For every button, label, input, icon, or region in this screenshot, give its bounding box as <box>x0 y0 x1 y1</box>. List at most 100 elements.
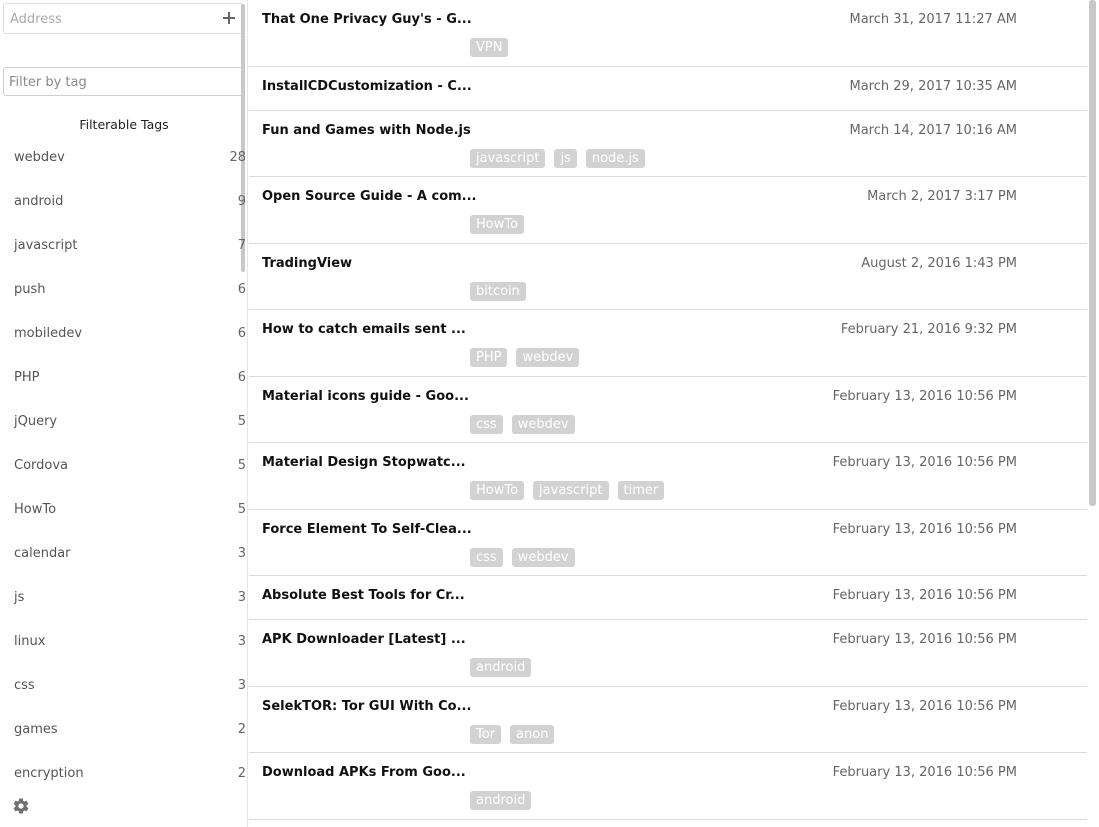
tag-chip[interactable]: javascript <box>533 481 609 500</box>
tag-name: PHP <box>14 370 40 385</box>
filter-by-tag-input[interactable] <box>9 73 229 91</box>
tag-name: linux <box>14 634 46 649</box>
tag-count: 6 <box>237 326 246 341</box>
tag-chip[interactable]: HowTo <box>470 215 525 234</box>
bookmark-title[interactable]: Open Source Guide - A com... <box>262 189 477 204</box>
plus-icon[interactable] <box>219 7 239 29</box>
tag-chip[interactable]: node.js <box>585 148 645 168</box>
bookmark-title[interactable]: TradingView <box>262 256 452 271</box>
tag-count: 28 <box>229 150 246 165</box>
bookmark-title[interactable]: SelekTOR: Tor GUI With Co... <box>262 699 471 714</box>
bookmark-title[interactable]: Material icons guide - Goo... <box>262 389 469 404</box>
tag-filter-encryption[interactable]: encryption 2 <box>0 763 248 807</box>
bookmark-title[interactable]: How to catch emails sent ... <box>262 322 466 337</box>
bookmark-date: February 13, 2016 10:56 PM <box>832 521 1017 537</box>
tag-chip[interactable]: webdev <box>516 348 580 367</box>
tag-count: 2 <box>237 722 246 737</box>
bookmark-date: August 2, 2016 1:43 PM <box>861 255 1017 271</box>
tag-chip[interactable]: bitcoin <box>470 281 526 301</box>
bookmark-title[interactable]: Absolute Best Tools for Cr... <box>262 588 465 603</box>
tag-chip[interactable]: js <box>554 148 577 168</box>
tag-filter-php[interactable]: PHP 6 <box>0 367 248 411</box>
tag-name: encryption <box>14 766 84 781</box>
bookmark-row[interactable]: Force Element To Self-Clea... February 13… <box>249 510 1087 576</box>
bookmark-date: March 31, 2017 11:27 AM <box>849 12 1018 27</box>
bookmark-tags: PHP webdev <box>470 348 580 367</box>
tag-count: 3 <box>237 678 246 693</box>
bookmark-date: February 13, 2016 10:56 PM <box>832 588 1017 603</box>
tag-filter-linux[interactable]: linux 3 <box>0 631 248 675</box>
bookmark-title[interactable]: That One Privacy Guy's - G... <box>262 12 472 27</box>
tag-filter-mobiledev[interactable]: mobiledev 6 <box>0 323 248 367</box>
tag-filter-jquery[interactable]: jQuery 5 <box>0 411 248 455</box>
tag-chip[interactable]: HowTo <box>470 481 525 500</box>
tag-name: js <box>14 590 25 605</box>
tag-filter-games[interactable]: games 2 <box>0 719 248 763</box>
bookmark-row[interactable]: Material Design Stopwatc... February 13, … <box>249 443 1087 510</box>
tag-count: 3 <box>237 590 246 605</box>
gear-icon[interactable] <box>12 797 30 815</box>
bookmark-date: February 13, 2016 10:56 PM <box>832 632 1017 647</box>
bookmark-row[interactable]: Absolute Best Tools for Cr... February 13… <box>249 576 1087 620</box>
bookmark-row[interactable]: InstallCDCustomization - C... March 29, 2… <box>249 67 1087 111</box>
bookmark-tags: android <box>470 658 532 677</box>
tag-filter-howto[interactable]: HowTo 5 <box>0 499 248 543</box>
tag-chip[interactable]: webdev <box>511 414 575 434</box>
tag-count: 5 <box>237 458 246 473</box>
bookmark-date: February 21, 2016 9:32 PM <box>840 322 1017 337</box>
tag-name: android <box>14 194 64 209</box>
bookmark-row[interactable]: Fun and Games with Node.js March 14, 2017… <box>249 111 1087 177</box>
tags-title: Filterable Tags <box>79 117 169 132</box>
tag-chip[interactable]: android <box>470 791 532 810</box>
tag-chip[interactable]: css <box>470 414 503 434</box>
bookmark-title[interactable]: Material Design Stopwatc... <box>262 455 466 470</box>
tag-list: webdev 28 android 9 javascript 7 push 6 mobilede… <box>0 147 248 807</box>
bookmark-title[interactable]: Download APKs From Goo... <box>262 765 466 780</box>
tag-filter-android[interactable]: android 9 <box>0 191 248 235</box>
tag-name: push <box>14 282 46 297</box>
bookmark-title[interactable]: Fun and Games with Node.js <box>262 123 471 138</box>
tag-filter-js[interactable]: js 3 <box>0 587 248 631</box>
bookmark-row[interactable]: APK Downloader [Latest] ... February 13, … <box>249 620 1087 687</box>
bookmark-title[interactable]: Force Element To Self-Clea... <box>262 522 472 537</box>
bookmark-tags: Tor anon <box>470 724 555 744</box>
bookmark-row[interactable]: SelekTOR: Tor GUI With Co... February 13,… <box>249 687 1087 753</box>
bookmark-row[interactable]: Open Source Guide - A com... March 2, 201… <box>249 177 1087 244</box>
tag-chip[interactable]: javascript <box>470 148 546 168</box>
bookmark-list: That One Privacy Guy's - G... March 31, 2… <box>249 0 1099 827</box>
bookmark-title[interactable]: APK Downloader [Latest] ... <box>262 632 466 647</box>
tag-chip[interactable]: css <box>470 547 503 567</box>
bookmark-title[interactable]: InstallCDCustomization - C... <box>262 79 472 94</box>
tag-count: 9 <box>237 194 246 209</box>
tag-name: calendar <box>14 546 71 561</box>
tag-chip[interactable]: Tor <box>470 724 502 744</box>
tag-chip[interactable]: webdev <box>511 547 575 567</box>
bookmark-row[interactable]: How to catch emails sent ... February 21,… <box>249 310 1087 377</box>
tag-chip[interactable]: android <box>470 658 532 677</box>
bookmark-date: February 13, 2016 10:56 PM <box>832 698 1017 714</box>
tag-count: 7 <box>237 238 246 253</box>
tag-filter-webdev[interactable]: webdev 28 <box>0 147 248 191</box>
tag-chip[interactable]: anon <box>510 724 555 744</box>
tag-filter-javascript[interactable]: javascript 7 <box>0 235 248 279</box>
sidebar: Filterable Tags webdev 28 android 9 javascri… <box>0 0 248 827</box>
tag-filter-push[interactable]: push 6 <box>0 279 248 323</box>
address-input[interactable] <box>10 10 210 28</box>
bookmark-row[interactable]: TradingView August 2, 2016 1:43 PM bitcoin <box>249 244 1087 310</box>
tag-count: 5 <box>237 502 246 517</box>
list-scrollbar[interactable] <box>1089 0 1096 506</box>
tag-chip[interactable]: timer <box>617 481 665 500</box>
tag-filter-css[interactable]: css 3 <box>0 675 248 719</box>
tag-filter-calendar[interactable]: calendar 3 <box>0 543 248 587</box>
bookmark-tags: HowTo javascript timer <box>470 481 665 500</box>
tag-name: jQuery <box>14 414 58 429</box>
bookmark-date: February 13, 2016 10:56 PM <box>832 388 1017 404</box>
tag-count: 6 <box>237 370 246 385</box>
tag-chip[interactable]: VPN <box>470 38 509 57</box>
bookmark-row[interactable]: Download APKs From Goo... February 13, 20… <box>249 753 1087 820</box>
tag-filter-cordova[interactable]: Cordova 5 <box>0 455 248 499</box>
address-bar <box>3 3 244 34</box>
bookmark-row[interactable]: That One Privacy Guy's - G... March 31, 2… <box>249 0 1087 67</box>
tag-chip[interactable]: PHP <box>470 348 508 367</box>
bookmark-row[interactable]: Material icons guide - Goo... February 13… <box>249 377 1087 443</box>
